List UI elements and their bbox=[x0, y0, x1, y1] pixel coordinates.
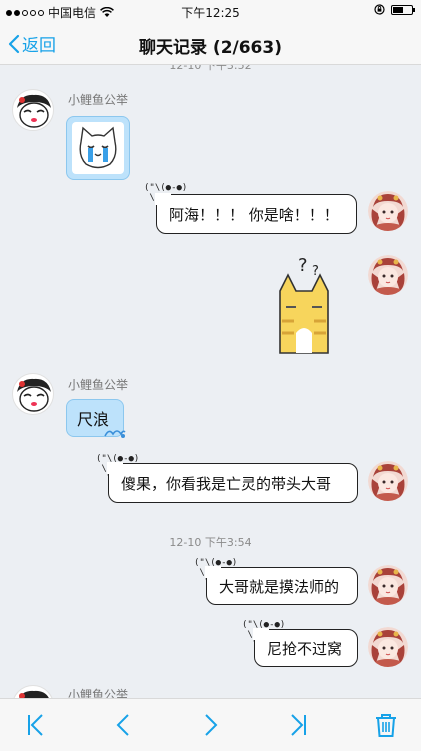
status-right bbox=[374, 4, 415, 15]
sender-name: 小鲤鱼公举 bbox=[68, 93, 129, 107]
avatar[interactable] bbox=[368, 255, 408, 295]
prev-page-button[interactable] bbox=[110, 711, 138, 739]
girl-avatar-icon bbox=[368, 191, 408, 231]
message-bubble[interactable]: 尼抢不过窝 bbox=[253, 628, 358, 667]
message-bubble[interactable]: 阿海！！！ 你是啥！！！ bbox=[155, 193, 357, 234]
message-text: 尼抢不过窝 bbox=[267, 639, 343, 658]
message-bubble[interactable] bbox=[66, 116, 130, 180]
message-bubble[interactable]: 尺浪 bbox=[66, 399, 126, 438]
avatar[interactable] bbox=[368, 627, 408, 667]
message-text: 大哥就是摸法师的 bbox=[219, 577, 340, 596]
sender-name: 小鲤鱼公举 bbox=[68, 688, 129, 698]
next-page-button[interactable] bbox=[196, 711, 224, 739]
chat-history[interactable]: 12-10 下午3:52 小鲤鱼公举 ("\(●-●) \ / \ 阿海！！！ … bbox=[0, 65, 421, 698]
page-title: 聊天记录 (2/663) bbox=[139, 38, 282, 58]
svg-text:?: ? bbox=[312, 264, 319, 279]
avatar[interactable] bbox=[368, 565, 408, 605]
message-bubble[interactable]: 大哥就是摸法师的 bbox=[205, 566, 358, 605]
avatar[interactable] bbox=[12, 89, 54, 131]
clock: 下午12:25 bbox=[181, 6, 240, 20]
message-text: 傻果，你看我是亡灵的带头大哥 bbox=[121, 474, 332, 493]
trash-icon bbox=[376, 714, 396, 737]
crying-cat-sticker-icon bbox=[72, 122, 124, 174]
wave-decoration-icon bbox=[104, 430, 126, 438]
last-page-button[interactable] bbox=[284, 711, 312, 739]
fish-face-avatar-icon bbox=[17, 94, 51, 128]
girl-avatar-icon bbox=[368, 255, 408, 295]
timestamp: 12-10 下午3:52 bbox=[169, 65, 252, 72]
delete-button[interactable] bbox=[372, 711, 400, 739]
fish-face-avatar-icon bbox=[19, 690, 49, 698]
avatar[interactable] bbox=[12, 373, 54, 415]
message-text: 阿海！！！ 你是啥！！！ bbox=[169, 205, 339, 224]
sender-name: 小鲤鱼公举 bbox=[68, 378, 129, 392]
avatar[interactable] bbox=[368, 461, 408, 501]
svg-text:?: ? bbox=[298, 255, 308, 276]
avatar[interactable] bbox=[368, 191, 408, 231]
message-bubble[interactable]: 傻果，你看我是亡灵的带头大哥 bbox=[107, 462, 358, 503]
battery-icon bbox=[391, 4, 415, 15]
timestamp: 12-10 下午3:54 bbox=[169, 536, 252, 549]
girl-avatar-icon bbox=[368, 461, 408, 501]
last-page-icon bbox=[291, 714, 306, 736]
yellow-cat-sticker-icon[interactable]: ? ? bbox=[272, 251, 336, 355]
girl-avatar-icon bbox=[368, 565, 408, 605]
status-bar: 中国电信 下午12:25 bbox=[0, 0, 421, 22]
first-page-button[interactable] bbox=[22, 711, 50, 739]
nav-bar: 返回 聊天记录 (2/663) bbox=[0, 22, 421, 65]
prev-page-icon bbox=[116, 714, 129, 736]
next-page-icon bbox=[205, 714, 218, 736]
bottom-toolbar bbox=[0, 698, 421, 751]
fish-face-avatar-icon bbox=[17, 378, 51, 412]
orientation-lock-icon bbox=[374, 4, 385, 15]
avatar[interactable] bbox=[12, 685, 54, 698]
first-page-icon bbox=[28, 714, 43, 736]
girl-avatar-icon bbox=[368, 627, 408, 667]
